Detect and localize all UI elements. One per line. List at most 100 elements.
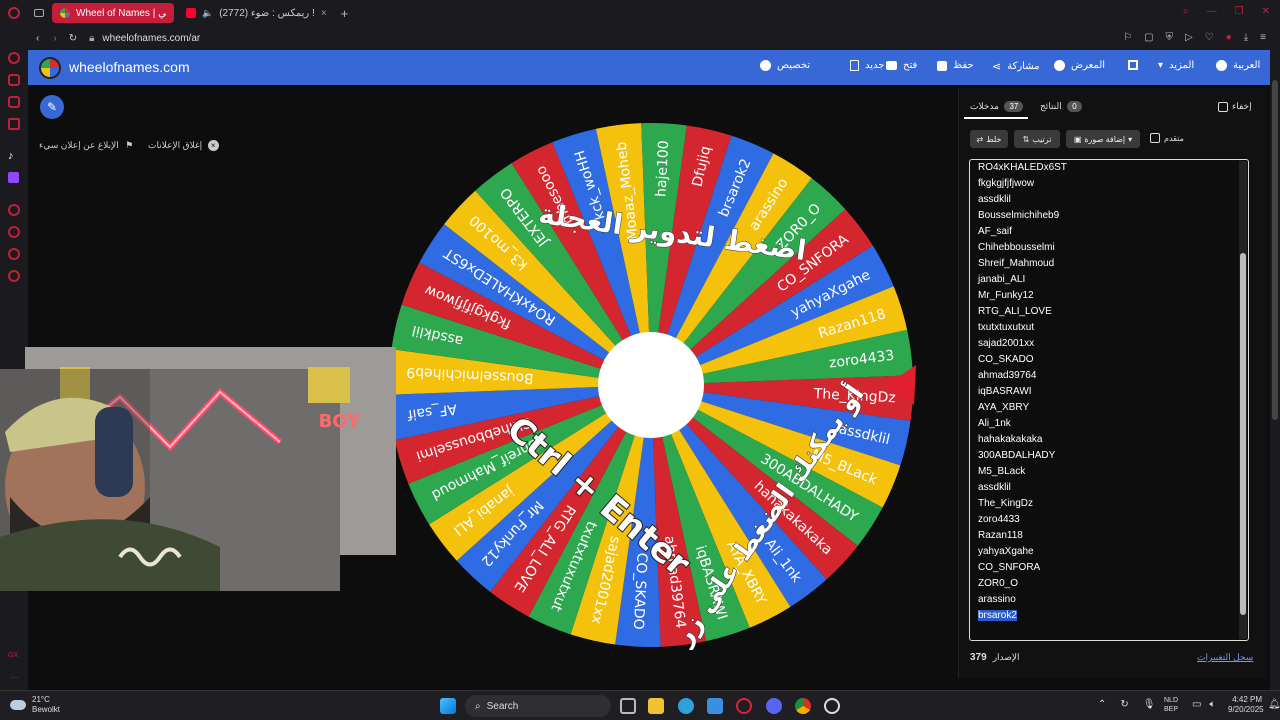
- tray-sync-icon[interactable]: ↻: [1120, 699, 1128, 710]
- new-tab-button[interactable]: +: [341, 6, 349, 21]
- entry-row[interactable]: CO_SNFORA: [970, 560, 1248, 576]
- hide-checkbox[interactable]: [1218, 101, 1228, 112]
- history-icon[interactable]: [8, 226, 20, 238]
- player-icon[interactable]: [8, 204, 20, 216]
- assistant-icon[interactable]: [8, 74, 20, 86]
- menu-new[interactable]: جديد: [850, 60, 884, 71]
- speaker-icon[interactable]: 🔈: [202, 8, 213, 19]
- snapshot-icon[interactable]: ▢: [1144, 32, 1153, 43]
- opera-logo-icon[interactable]: [8, 7, 20, 19]
- entry-row[interactable]: AYA_XBRY: [970, 400, 1248, 416]
- entry-row[interactable]: sajad2001xx: [970, 336, 1248, 352]
- entry-row[interactable]: Ali_1nk: [970, 416, 1248, 432]
- download-icon[interactable]: ⤓: [1244, 32, 1248, 43]
- entries-scrollbar[interactable]: [1239, 161, 1247, 639]
- twitch-icon[interactable]: [8, 172, 19, 183]
- entry-row[interactable]: RTG_ALI_LOVE: [970, 304, 1248, 320]
- brand-title[interactable]: wheelofnames.com: [69, 59, 190, 75]
- bookmark-icon[interactable]: ⚐: [1123, 32, 1132, 43]
- tab-youtube[interactable]: 🔈 (2772) ريمكس : ضوء ! ×: [178, 3, 335, 23]
- entry-row[interactable]: hahakakakaka: [970, 432, 1248, 448]
- advanced-checkbox[interactable]: [1150, 133, 1160, 143]
- menu-more[interactable]: ▾ المزيد: [1158, 60, 1194, 71]
- sort-button[interactable]: ⇅ ترتيب: [1014, 130, 1060, 148]
- play-icon[interactable]: ▷: [1185, 32, 1193, 43]
- menu-share[interactable]: ⋖ مشاركة: [992, 60, 1040, 73]
- entry-row[interactable]: M5_BLack: [970, 464, 1248, 480]
- search-tabs-icon[interactable]: ⌕: [1183, 6, 1189, 17]
- entry-row[interactable]: brsarok2: [970, 608, 1248, 624]
- menu-language[interactable]: العربية: [1216, 60, 1260, 71]
- obs-icon[interactable]: [824, 698, 840, 714]
- file-explorer-icon[interactable]: [648, 698, 664, 714]
- tab-entries[interactable]: مدخلات 37: [970, 101, 1024, 112]
- entry-row[interactable]: fkgkgjfjfjwow: [970, 176, 1248, 192]
- microphone-icon[interactable]: 🎙︎: [1143, 699, 1156, 710]
- notification-icon[interactable]: 🔔︎: [1268, 699, 1280, 710]
- tab-close-icon[interactable]: ×: [321, 8, 327, 19]
- entry-row[interactable]: CO_SKADO: [970, 352, 1248, 368]
- discord-icon[interactable]: [766, 698, 782, 714]
- wheel-logo-icon[interactable]: [39, 57, 61, 79]
- edge-icon[interactable]: [678, 698, 694, 714]
- minimize-icon[interactable]: —: [1207, 6, 1217, 17]
- entry-row[interactable]: 300ABDALHADY: [970, 448, 1248, 464]
- forward-icon[interactable]: ›: [53, 33, 56, 44]
- entries-textarea[interactable]: RO4xKHALEDx6ST fkgkgjfjfjwow assdklil Bouss…: [969, 159, 1249, 641]
- page-scroll-thumb[interactable]: [1272, 80, 1278, 420]
- entry-row[interactable]: Mr_Funky12: [970, 288, 1248, 304]
- report-ad-link[interactable]: الإبلاغ عن إعلان سيء ⚑: [39, 140, 133, 151]
- store-icon[interactable]: [707, 698, 723, 714]
- menu-customize[interactable]: تخصيص: [760, 60, 810, 71]
- menu-icon[interactable]: ≡: [1260, 32, 1266, 43]
- entry-row[interactable]: The_KingDz: [970, 496, 1248, 512]
- close-ads-link[interactable]: إغلاق الإعلانات ×: [148, 140, 219, 151]
- shield-icon[interactable]: ⛨: [1166, 32, 1174, 43]
- entry-row[interactable]: AF_saif: [970, 224, 1248, 240]
- page-scrollbar[interactable]: [1270, 50, 1280, 690]
- hide-toggle[interactable]: إخفاء: [1218, 101, 1252, 112]
- menu-open[interactable]: فتح: [886, 60, 917, 71]
- wheel-center-hub[interactable]: [598, 332, 704, 438]
- back-icon[interactable]: ‹: [36, 33, 39, 44]
- windows-start-icon[interactable]: [440, 698, 456, 714]
- tab-results[interactable]: النتائج 0: [1040, 101, 1082, 112]
- task-view-icon[interactable]: [620, 698, 636, 714]
- tray-chevron-up-icon[interactable]: ⌃: [1098, 699, 1106, 710]
- gx-icon[interactable]: GX: [8, 652, 18, 659]
- entry-row[interactable]: Razan118: [970, 528, 1248, 544]
- messenger-icon[interactable]: [8, 96, 20, 108]
- changelog-link[interactable]: سجل التغييرات: [1197, 652, 1253, 663]
- mail-icon[interactable]: [8, 118, 20, 130]
- maximize-icon[interactable]: ❐: [1235, 6, 1244, 17]
- fullscreen-button[interactable]: [1128, 60, 1138, 70]
- add-image-button[interactable]: ▣ إضافة صورة ▾: [1066, 130, 1140, 148]
- tiktok-icon[interactable]: ♪: [8, 150, 14, 162]
- close-window-icon[interactable]: ✕: [1262, 6, 1270, 17]
- chrome-icon[interactable]: [795, 698, 811, 714]
- entry-row[interactable]: ahmad39764: [970, 368, 1248, 384]
- aria-icon[interactable]: [8, 52, 20, 64]
- heart-icon[interactable]: ♡: [1205, 32, 1214, 43]
- weather-widget[interactable]: 21°C Bewolkt: [10, 695, 60, 715]
- menu-save[interactable]: حفظ: [937, 60, 974, 71]
- more-icon[interactable]: ···: [10, 672, 19, 682]
- entry-row[interactable]: zoro4433: [970, 512, 1248, 528]
- entry-row[interactable]: janabi_ALI: [970, 272, 1248, 288]
- entry-row[interactable]: Bousselmichiheb9: [970, 208, 1248, 224]
- settings-icon[interactable]: [8, 270, 20, 282]
- advanced-toggle[interactable]: متقدم: [1150, 133, 1184, 143]
- workspaces-icon[interactable]: [34, 9, 44, 17]
- entry-row[interactable]: txutxtuxutxut: [970, 320, 1248, 336]
- extensions-icon[interactable]: [8, 248, 20, 260]
- shuffle-button[interactable]: ⇄ خلط: [970, 130, 1008, 148]
- entry-row[interactable]: arassino: [970, 592, 1248, 608]
- taskbar-search[interactable]: ⌕ Search: [465, 695, 611, 717]
- entry-row[interactable]: RO4xKHALEDx6ST: [970, 160, 1248, 176]
- entry-row[interactable]: assdklil: [970, 192, 1248, 208]
- tab-wheel-of-names[interactable]: Wheel of Names | عشوائي: [52, 3, 174, 23]
- entry-row[interactable]: iqBASRAWI: [970, 384, 1248, 400]
- entry-row[interactable]: ZOR0_O: [970, 576, 1248, 592]
- language-indicator[interactable]: NLD BEP: [1164, 696, 1178, 714]
- menu-gallery[interactable]: المعرض: [1054, 60, 1105, 71]
